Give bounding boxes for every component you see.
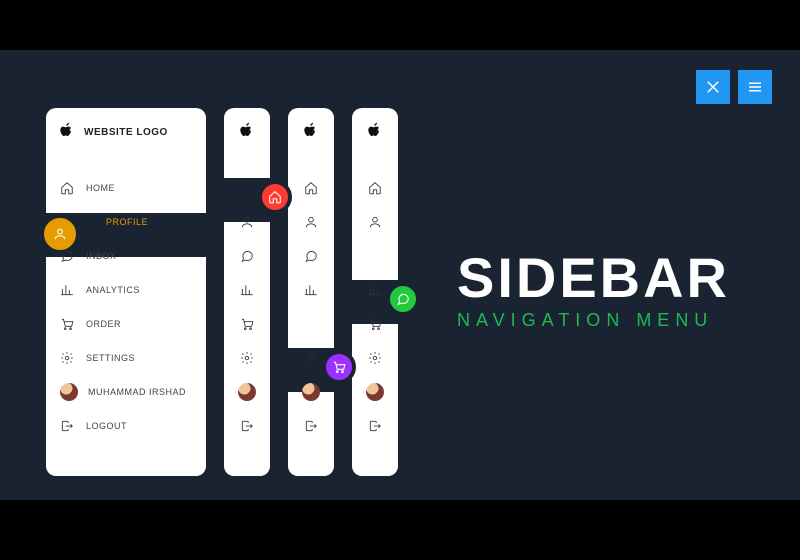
- sidebar-item-analytics[interactable]: [224, 273, 270, 307]
- logout-icon: [240, 419, 254, 433]
- sidebar-item-settings[interactable]: [352, 341, 398, 375]
- top-buttons: [696, 70, 772, 104]
- nav-list: [224, 171, 270, 443]
- cart-icon: [332, 360, 346, 374]
- sidebar-item-label: ANALYTICS: [86, 285, 140, 295]
- user-icon: [240, 215, 254, 229]
- user-icon: [368, 215, 382, 229]
- active-bubble[interactable]: [40, 214, 80, 254]
- sidebar-item-user[interactable]: [224, 375, 270, 409]
- sidebar-item-label: ORDER: [86, 319, 121, 329]
- sidebar-item-label: INBOX: [86, 251, 117, 261]
- sidebar-item-analytics[interactable]: ANALYTICS: [46, 273, 206, 307]
- sidebar-item-inbox[interactable]: [224, 239, 270, 273]
- analytics-icon: [368, 283, 382, 297]
- sidebar-mini-3: [352, 108, 398, 476]
- sidebar-item-user[interactable]: [352, 375, 398, 409]
- sidebar-item-user[interactable]: [288, 375, 334, 409]
- cart-icon: [368, 317, 382, 331]
- analytics-icon: [304, 283, 318, 297]
- apple-logo-icon: [304, 122, 318, 143]
- nav-list: HOME PROFILE INBOX ANALYTICS ORDER SETTI…: [46, 171, 206, 443]
- chat-icon: [304, 249, 318, 263]
- gear-icon: [368, 351, 382, 365]
- sidebar-mini-1: [224, 108, 270, 476]
- sidebar-item-logout[interactable]: [224, 409, 270, 443]
- sidebar-item-order[interactable]: [224, 307, 270, 341]
- chat-icon: [240, 249, 254, 263]
- user-icon: [304, 215, 318, 229]
- sidebar-item-settings[interactable]: SETTINGS: [46, 341, 206, 375]
- gear-icon: [240, 351, 254, 365]
- sidebar-item-label: LOGOUT: [86, 421, 127, 431]
- hero-text: SIDEBAR NAVIGATION MENU: [457, 250, 730, 331]
- cart-icon: [60, 317, 74, 331]
- analytics-icon: [240, 283, 254, 297]
- hamburger-icon: [746, 78, 764, 96]
- gear-icon: [304, 351, 318, 365]
- sidebar-item-label: HOME: [86, 183, 115, 193]
- sidebar-item-analytics[interactable]: [288, 273, 334, 307]
- sidebar-item-logout[interactable]: [352, 409, 398, 443]
- logout-icon: [60, 419, 74, 433]
- sidebar-item-label: PROFILE: [106, 217, 148, 227]
- logout-icon: [368, 419, 382, 433]
- apple-logo-icon: [240, 122, 254, 143]
- home-icon: [268, 190, 282, 204]
- sidebar-item-settings[interactable]: [224, 341, 270, 375]
- logout-icon: [304, 419, 318, 433]
- sidebar-item-home[interactable]: HOME: [46, 171, 206, 205]
- active-bubble[interactable]: [258, 180, 292, 214]
- hero-title: SIDEBAR: [457, 250, 730, 306]
- sidebar-item-order[interactable]: [352, 307, 398, 341]
- chat-icon: [396, 292, 410, 306]
- avatar: [366, 383, 384, 401]
- apple-logo-icon: [368, 122, 382, 143]
- sidebar-item-order[interactable]: ORDER: [46, 307, 206, 341]
- sidebar-item-profile[interactable]: [288, 205, 334, 239]
- menu-button[interactable]: [738, 70, 772, 104]
- avatar: [302, 383, 320, 401]
- user-icon: [53, 227, 67, 241]
- cart-icon: [240, 317, 254, 331]
- sidebar-item-profile[interactable]: [224, 205, 270, 239]
- sidebar-item-user[interactable]: MUHAMMAD IRSHAD: [46, 375, 206, 409]
- sidebar-mini-2: [288, 108, 334, 476]
- sidebar-item-logout[interactable]: [288, 409, 334, 443]
- gear-icon: [60, 351, 74, 365]
- sidebar-item-label: SETTINGS: [86, 353, 135, 363]
- brand-row[interactable]: [352, 108, 398, 153]
- sidebar-expanded: WEBSITE LOGO HOME PROFILE INBOX ANALYTIC…: [46, 108, 206, 476]
- sidebar-item-logout[interactable]: LOGOUT: [46, 409, 206, 443]
- sidebar-item-home[interactable]: [288, 171, 334, 205]
- active-bubble[interactable]: [322, 350, 356, 384]
- nav-list: [288, 171, 334, 443]
- hero-subtitle: NAVIGATION MENU: [457, 310, 730, 331]
- brand-row[interactable]: [288, 108, 334, 153]
- sidebar-item-home[interactable]: [352, 171, 398, 205]
- apple-logo-icon: [60, 122, 74, 143]
- sidebar-item-inbox[interactable]: [288, 239, 334, 273]
- stage: SIDEBAR NAVIGATION MENU WEBSITE LOGO HOM…: [0, 50, 800, 500]
- brand-row[interactable]: [224, 108, 270, 153]
- close-button[interactable]: [696, 70, 730, 104]
- home-icon: [368, 181, 382, 195]
- avatar: [238, 383, 256, 401]
- home-icon: [60, 181, 74, 195]
- analytics-icon: [60, 283, 74, 297]
- user-name: MUHAMMAD IRSHAD: [88, 387, 186, 397]
- sidebar-item-profile[interactable]: [352, 205, 398, 239]
- brand-row[interactable]: WEBSITE LOGO: [46, 108, 206, 153]
- home-icon: [304, 181, 318, 195]
- close-icon: [704, 78, 722, 96]
- avatar: [60, 383, 78, 401]
- active-bubble[interactable]: [386, 282, 420, 316]
- brand-text: WEBSITE LOGO: [84, 127, 168, 138]
